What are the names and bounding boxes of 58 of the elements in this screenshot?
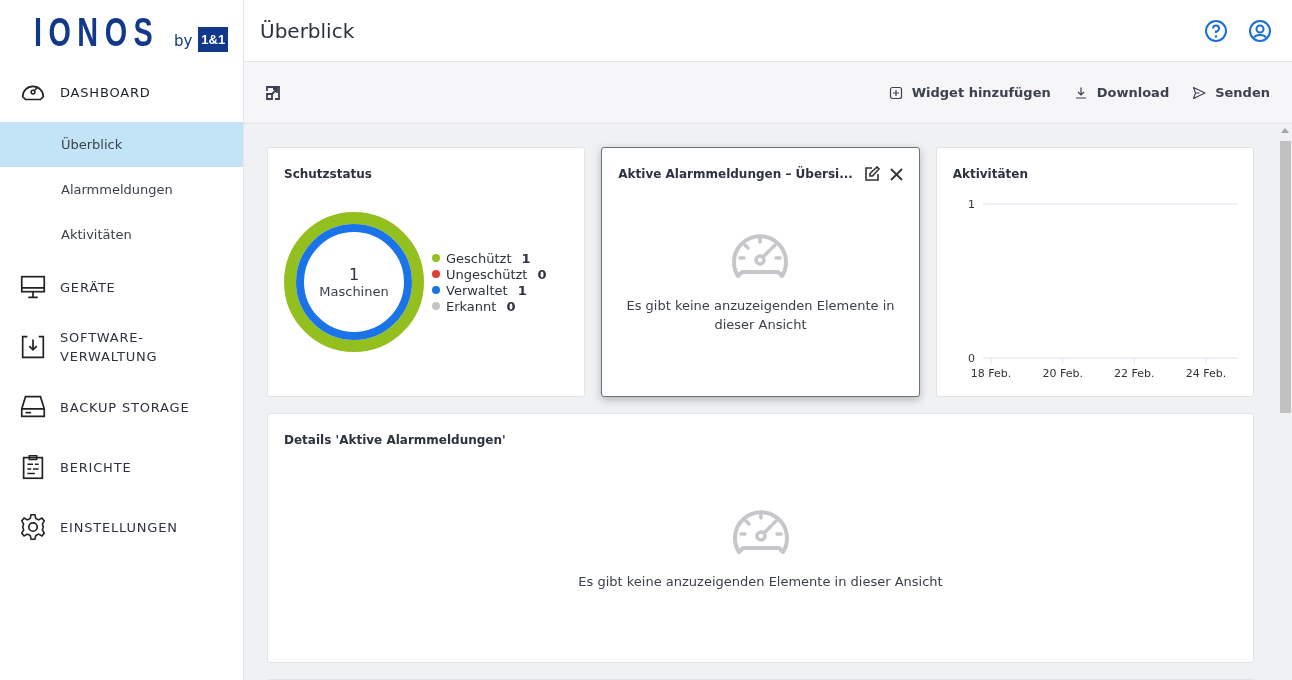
y-tick-label: 0 — [967, 352, 975, 365]
widget-title: Details 'Aktive Alarmmeldungen' — [284, 433, 507, 447]
empty-message: Es gibt keine anzuzeigenden Elemente in dieser Ansicht — [578, 572, 943, 591]
legend-label: Ungeschützt — [446, 266, 528, 282]
account-button[interactable] — [1248, 18, 1272, 43]
x-tick-label: 20 Feb. — [1042, 367, 1083, 380]
empty-message: Es gibt keine anzuzeigenden Elemente in dieser Ansicht — [625, 297, 896, 334]
x-tick-label: 22 Feb. — [1113, 367, 1155, 380]
settings-icon — [18, 512, 48, 542]
nav-label: BERICHTE — [60, 458, 132, 477]
user-icon — [1248, 18, 1272, 43]
y-tick-label: 1 — [967, 198, 975, 211]
nav-label: GERÄTE — [60, 278, 116, 297]
nav-item[interactable]: GERÄTE — [0, 257, 243, 317]
widget-title: Aktivitäten — [952, 167, 1029, 181]
add-icon — [887, 84, 904, 101]
logo-wordmark: IONOS — [34, 12, 160, 52]
help-icon — [1204, 18, 1228, 43]
machine-label: Maschinen — [319, 284, 389, 299]
legend-count: 1 — [517, 282, 527, 298]
nav-item[interactable]: BERICHTE — [0, 437, 243, 497]
nav-item[interactable]: DASHBOARD — [0, 62, 243, 122]
logo-by-text: by — [173, 32, 193, 50]
send-icon — [1191, 84, 1208, 101]
nav-item[interactable]: BACKUP STORAGE — [0, 377, 243, 437]
legend-count: 0 — [506, 298, 516, 314]
legend-count: 0 — [537, 266, 547, 282]
nav-subitem[interactable]: Aktivitäten — [0, 212, 243, 257]
legend-label: Erkannt — [446, 298, 497, 314]
legend-count: 1 — [521, 250, 531, 266]
toolbar-button[interactable]: Download — [1072, 84, 1170, 101]
edit-icon — [863, 166, 880, 182]
nav-item[interactable]: EINSTELLUNGEN — [0, 497, 243, 557]
nav-item[interactable]: SOFTWARE- VERWALTUNG — [0, 317, 243, 377]
edit-button[interactable] — [863, 166, 880, 182]
nav-label: EINSTELLUNGEN — [60, 518, 178, 537]
y-axis: 0 1 — [967, 198, 1239, 365]
legend-label: Geschützt — [446, 250, 512, 266]
widget-title: Schutzstatus — [284, 167, 373, 181]
nav-subitem[interactable]: Alarmmeldungen — [0, 167, 243, 212]
nav-subitem[interactable]: Überblick — [0, 122, 243, 167]
logo-badge: 1&1 — [198, 27, 229, 52]
machine-count: 1 — [348, 265, 360, 284]
help-button[interactable] — [1204, 18, 1228, 43]
page-title: Überblick — [260, 18, 356, 43]
widget-title: Aktive Alarmmeldungen – Übersi... — [618, 167, 854, 181]
close-icon — [889, 167, 903, 181]
nav-label: DASHBOARD — [60, 83, 151, 102]
legend-label: Verwaltet — [446, 282, 508, 298]
expand-button[interactable] — [264, 83, 282, 102]
x-tick-label: 24 Feb. — [1185, 367, 1226, 380]
toolbar-button[interactable]: Widget hinzufügen — [887, 84, 1051, 101]
nav-label: SOFTWARE- VERWALTUNG — [60, 329, 158, 366]
expand-icon — [264, 83, 282, 102]
toolbar-button[interactable]: Senden — [1191, 84, 1270, 101]
close-button[interactable] — [889, 167, 903, 181]
nav-label: BACKUP STORAGE — [60, 398, 190, 417]
x-tick-label: 18 Feb. — [970, 367, 1011, 380]
